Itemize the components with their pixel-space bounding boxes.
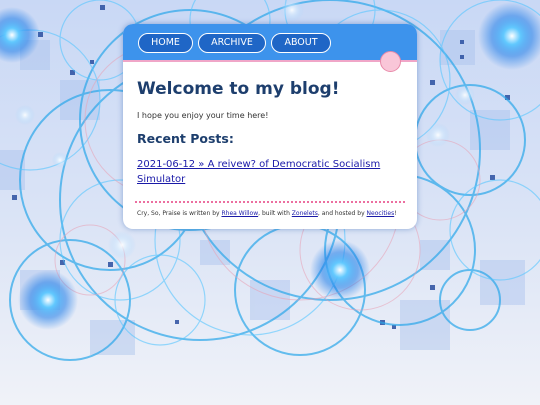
blog-card: HOME ARCHIVE ABOUT Welcome to my blog! I… [123,24,417,229]
page-title: Welcome to my blog! [137,79,340,99]
zonelets-link[interactable]: Zonelets [292,210,318,217]
recent-posts-heading: Recent Posts: [137,131,234,146]
footer-suffix: ! [394,210,397,217]
footer-credits: Cry, So, Praise is written by Rhea Willo… [137,210,409,218]
nav-bar: HOME ARCHIVE ABOUT [123,24,417,62]
nav-about-button[interactable]: ABOUT [271,33,331,53]
footer-middle: , built with [258,210,292,217]
footer-prefix: Cry, So, Praise is written by [137,210,222,217]
main-content: Welcome to my blog! I hope you enjoy you… [137,78,405,187]
footer-middle2: , and hosted by [317,210,367,217]
intro-text: I hope you enjoy your time here! [137,111,269,120]
author-link[interactable]: Rhea Willow [221,210,258,217]
nav-home-button[interactable]: HOME [138,33,193,53]
post-link[interactable]: 2021-06-12 » A reivew? of Democratic Soc… [137,157,405,187]
pink-circle-icon [380,51,401,72]
neocities-link[interactable]: Neocities [367,210,395,217]
nav-archive-button[interactable]: ARCHIVE [198,33,266,53]
dotted-divider [135,201,405,203]
